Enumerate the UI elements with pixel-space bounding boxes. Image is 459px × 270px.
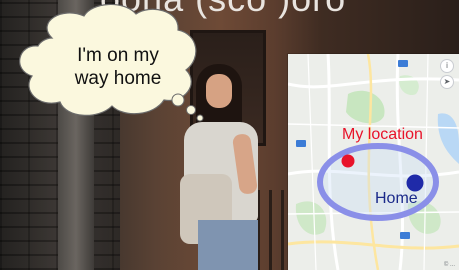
thought-bubble: I'm on my way home — [0, 0, 220, 130]
route-shield — [398, 60, 408, 67]
map-panel[interactable]: i ➤ © ... — [288, 54, 459, 270]
bubble-dot-large — [171, 93, 185, 107]
map-canvas[interactable] — [288, 54, 459, 270]
map-credit: © ... — [443, 262, 455, 268]
route-shield — [296, 140, 306, 147]
bubble-dot-small — [196, 114, 204, 122]
my-location-marker[interactable] — [341, 154, 355, 168]
map-navigate-icon[interactable]: ➤ — [441, 76, 453, 88]
home-marker[interactable] — [406, 174, 424, 192]
video-frame: oona (sco )oro I'm on my way home — [0, 0, 459, 270]
home-label: Home — [375, 190, 418, 207]
map-info-icon[interactable]: i — [441, 60, 453, 72]
thought-bubble-text: I'm on my way home — [74, 45, 162, 89]
route-shield — [400, 232, 410, 239]
jeans — [198, 220, 258, 270]
bubble-dot-medium — [186, 105, 196, 115]
my-location-label: My location — [342, 126, 423, 143]
